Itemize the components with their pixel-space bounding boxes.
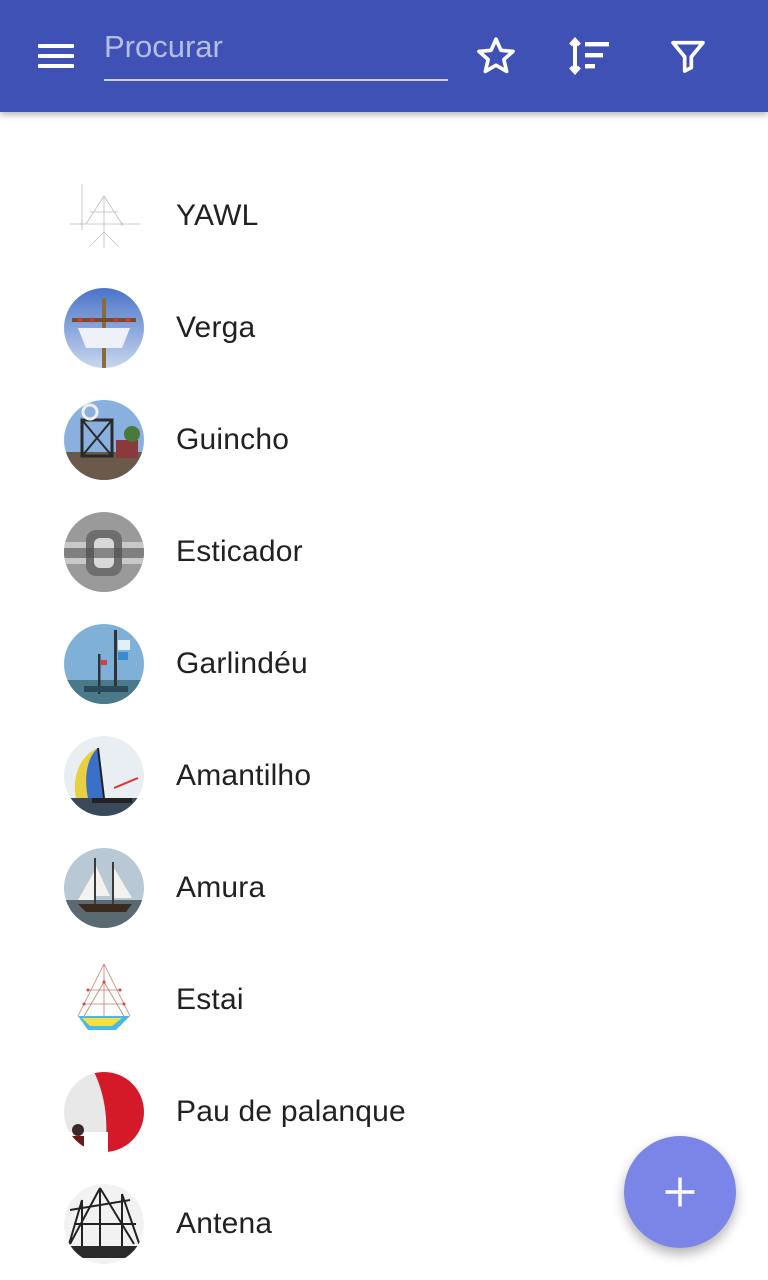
menu-icon-line: [38, 54, 74, 58]
list-item[interactable]: Esticador: [0, 496, 768, 608]
list-item[interactable]: Verga: [0, 272, 768, 384]
star-icon: [477, 37, 515, 74]
item-thumbnail: [64, 1072, 144, 1152]
item-thumbnail: [64, 624, 144, 704]
menu-icon-line: [38, 64, 74, 68]
item-list: YAWL Verga Guincho Esticador Garlindéu A…: [0, 160, 768, 1280]
item-thumbnail: [64, 960, 144, 1040]
item-thumbnail: [64, 512, 144, 592]
list-item[interactable]: Amantilho: [0, 720, 768, 832]
item-label: Antena: [176, 1207, 273, 1240]
list-item[interactable]: Guincho: [0, 384, 768, 496]
filter-icon: [671, 40, 705, 73]
item-thumbnail: [64, 736, 144, 816]
item-thumbnail: [64, 176, 144, 256]
plus-icon: [665, 1177, 695, 1207]
sort-button[interactable]: [563, 28, 619, 84]
item-thumbnail: [64, 848, 144, 928]
sort-icon: [569, 36, 609, 76]
item-label: Esticador: [176, 535, 303, 568]
menu-button[interactable]: [20, 32, 92, 80]
search-underline: [104, 79, 448, 81]
filter-button[interactable]: [660, 28, 716, 84]
list-item[interactable]: Garlindéu: [0, 608, 768, 720]
item-label: Amura: [176, 871, 266, 904]
menu-icon-line: [38, 44, 74, 48]
item-label: Estai: [176, 983, 244, 1016]
item-thumbnail: [64, 400, 144, 480]
list-item[interactable]: YAWL: [0, 160, 768, 272]
list-item[interactable]: Amura: [0, 832, 768, 944]
item-label: Pau de palanque: [176, 1095, 406, 1128]
item-label: Verga: [176, 311, 256, 344]
favorites-button[interactable]: [468, 28, 524, 84]
list-item[interactable]: Estai: [0, 944, 768, 1056]
add-button[interactable]: [624, 1136, 736, 1248]
app-bar: [0, 0, 768, 112]
item-label: Garlindéu: [176, 647, 308, 680]
item-label: Guincho: [176, 423, 290, 456]
item-label: YAWL: [176, 199, 259, 232]
item-thumbnail: [64, 1184, 144, 1264]
item-label: Amantilho: [176, 759, 312, 792]
search-field[interactable]: [104, 22, 448, 82]
search-input[interactable]: [104, 22, 448, 78]
item-thumbnail: [64, 288, 144, 368]
